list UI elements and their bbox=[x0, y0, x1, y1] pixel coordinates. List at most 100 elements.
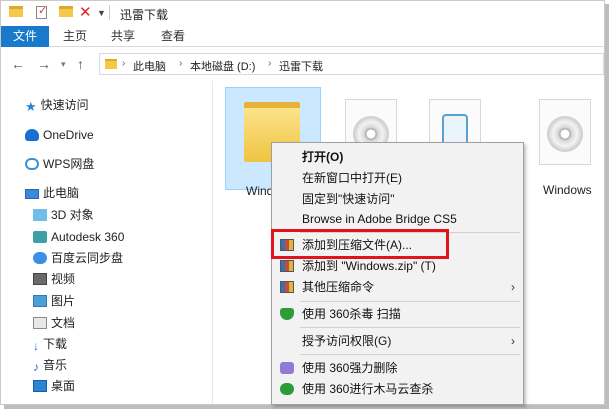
baidu-cloud-icon bbox=[33, 252, 47, 264]
breadcrumb-current-folder[interactable]: 迅雷下载 bbox=[279, 58, 323, 74]
zip-archive-icon bbox=[280, 281, 294, 293]
chevron-right-icon[interactable]: › bbox=[268, 58, 271, 69]
sidebar-item-videos[interactable]: 视频 bbox=[33, 269, 75, 289]
sidebar-item-label: 此电脑 bbox=[43, 186, 80, 200]
menu-item-open-new-window[interactable]: 在新窗口中打开(E) bbox=[272, 168, 523, 188]
menu-item-label: Browse in Adobe Bridge CS5 bbox=[302, 212, 457, 226]
menu-item-grant-access[interactable]: 授予访问权限(G) › bbox=[272, 331, 523, 351]
sidebar-item-label: 音乐 bbox=[43, 358, 68, 372]
sidebar-item-documents[interactable]: 文档 bbox=[33, 313, 75, 333]
menu-item-360-scan[interactable]: 使用 360杀毒 扫描 bbox=[272, 304, 523, 324]
sidebar-item-wps-cloud[interactable]: WPS网盘 bbox=[25, 154, 94, 174]
menu-item-label: 固定到"快速访问" bbox=[302, 192, 395, 206]
file-name: Windows bbox=[543, 183, 592, 197]
context-menu: 打开(O) 在新窗口中打开(E) 固定到"快速访问" Browse in Ado… bbox=[271, 142, 524, 405]
sidebar-item-label: 桌面 bbox=[51, 379, 76, 393]
sidebar-item-onedrive[interactable]: OneDrive bbox=[25, 125, 94, 145]
back-arrow-icon[interactable]: ← bbox=[11, 56, 25, 72]
desktop-icon bbox=[33, 380, 47, 392]
menu-item-label: 授予访问权限(G) bbox=[302, 334, 392, 348]
menu-item-label: 使用 360强力删除 bbox=[302, 361, 398, 375]
downloads-icon: ↓ bbox=[33, 339, 39, 353]
pictures-icon bbox=[33, 295, 47, 307]
folder-icon bbox=[105, 59, 117, 69]
sidebar-item-music[interactable]: ♪ 音乐 bbox=[33, 355, 67, 375]
menu-item-pin-quick-access[interactable]: 固定到"快速访问" bbox=[272, 189, 523, 209]
video-icon bbox=[33, 273, 47, 285]
tab-file[interactable]: 文件 bbox=[1, 26, 49, 47]
sidebar-item-label: WPS网盘 bbox=[43, 157, 95, 171]
disc-image-icon bbox=[539, 99, 591, 165]
properties-icon[interactable] bbox=[36, 4, 47, 19]
menu-separator bbox=[300, 301, 520, 302]
new-folder-icon[interactable] bbox=[59, 6, 73, 17]
title-separator bbox=[109, 5, 110, 20]
up-arrow-icon[interactable]: ↑ bbox=[77, 56, 84, 72]
menu-item-label: 使用 360杀毒 扫描 bbox=[302, 307, 401, 321]
menu-item-add-to-windows-zip[interactable]: 添加到 "Windows.zip" (T) bbox=[272, 256, 523, 276]
menu-separator bbox=[300, 354, 520, 355]
menu-item-other-compress[interactable]: 其他压缩命令 › bbox=[272, 277, 523, 297]
sidebar-item-label: 快速访问 bbox=[40, 98, 89, 112]
tab-home[interactable]: 主页 bbox=[57, 26, 93, 47]
chevron-right-icon[interactable]: › bbox=[122, 58, 125, 69]
window-title: 迅雷下载 bbox=[120, 8, 169, 22]
sidebar-item-label: 3D 对象 bbox=[51, 208, 94, 222]
submenu-arrow-icon: › bbox=[511, 280, 515, 294]
3d-objects-icon bbox=[33, 209, 47, 221]
trojan-scan-icon bbox=[280, 383, 294, 395]
onedrive-icon bbox=[25, 129, 39, 141]
chevron-right-icon[interactable]: › bbox=[179, 58, 182, 69]
submenu-arrow-icon: › bbox=[511, 334, 515, 348]
sidebar-item-label: 图片 bbox=[51, 294, 76, 308]
highlight-annotation bbox=[271, 229, 449, 259]
folder-icon bbox=[9, 6, 23, 17]
computer-icon bbox=[25, 189, 39, 199]
sidebar-item-label: 文档 bbox=[51, 316, 76, 330]
sidebar-item-3d-objects[interactable]: 3D 对象 bbox=[33, 205, 94, 225]
title-bar: ✕ ▼ 迅雷下载 bbox=[1, 1, 604, 26]
documents-icon bbox=[33, 317, 47, 329]
menu-item-label: 其他压缩命令 bbox=[302, 280, 375, 294]
navigation-bar: ← → ▾ ↑ › 此电脑 › 本地磁盘 (D:) › 迅雷下载 bbox=[1, 48, 604, 80]
tab-view[interactable]: 查看 bbox=[155, 26, 191, 47]
menu-item-label: 打开(O) bbox=[302, 150, 344, 164]
menu-separator bbox=[300, 327, 520, 328]
address-bar[interactable]: › 此电脑 › 本地磁盘 (D:) › 迅雷下载 bbox=[99, 53, 604, 75]
sidebar-item-label: Autodesk 360 bbox=[51, 230, 125, 244]
recent-locations-dropdown-icon[interactable]: ▾ bbox=[61, 59, 66, 70]
menu-item-adobe-bridge[interactable]: Browse in Adobe Bridge CS5 bbox=[272, 209, 523, 229]
sidebar-item-this-pc[interactable]: 此电脑 bbox=[25, 183, 79, 203]
sidebar-item-pictures[interactable]: 图片 bbox=[33, 291, 75, 311]
file-item-windows-image[interactable]: Windows bbox=[525, 87, 604, 197]
navigation-pane: ★ 快速访问 OneDrive WPS网盘 此电脑 3D 对象 Autodesk … bbox=[1, 81, 213, 404]
menu-item-label: 在新窗口中打开(E) bbox=[302, 171, 402, 185]
menu-item-label: 使用 360进行木马云查杀 bbox=[302, 382, 434, 396]
menu-item-label: 添加到 "Windows.zip" (T) bbox=[302, 259, 436, 273]
tab-share[interactable]: 共享 bbox=[105, 26, 141, 47]
forward-arrow-icon[interactable]: → bbox=[37, 56, 51, 72]
shield-icon bbox=[280, 308, 294, 320]
sidebar-item-autodesk-360[interactable]: Autodesk 360 bbox=[33, 227, 124, 247]
menu-item-open[interactable]: 打开(O) bbox=[272, 147, 523, 167]
star-icon: ★ bbox=[25, 99, 37, 114]
menu-item-360-force-delete[interactable]: 使用 360强力删除 bbox=[272, 358, 523, 378]
sidebar-item-desktop[interactable]: 桌面 bbox=[33, 376, 75, 396]
sidebar-item-baidu-sync[interactable]: 百度云同步盘 bbox=[33, 248, 123, 268]
autodesk-icon bbox=[33, 231, 47, 243]
menu-item-360-trojan-scan[interactable]: 使用 360进行木马云查杀 bbox=[272, 379, 523, 399]
sidebar-item-label: OneDrive bbox=[43, 128, 94, 142]
ribbon-tabs: 文件 主页 共享 查看 bbox=[1, 26, 604, 47]
sidebar-item-downloads[interactable]: ↓ 下载 bbox=[33, 334, 67, 354]
sidebar-item-label: 百度云同步盘 bbox=[51, 251, 124, 265]
customize-dropdown-icon[interactable]: ▼ bbox=[97, 8, 106, 18]
sidebar-item-label: 下载 bbox=[43, 337, 68, 351]
shredder-icon bbox=[280, 362, 294, 374]
breadcrumb-this-pc[interactable]: 此电脑 bbox=[133, 58, 166, 74]
breadcrumb-drive-d[interactable]: 本地磁盘 (D:) bbox=[190, 58, 255, 74]
zip-archive-icon bbox=[280, 260, 294, 272]
wps-cloud-icon bbox=[25, 158, 39, 170]
sidebar-item-quick-access[interactable]: ★ 快速访问 bbox=[25, 95, 89, 115]
music-icon: ♪ bbox=[33, 360, 39, 374]
delete-icon[interactable]: ✕ bbox=[79, 3, 92, 21]
